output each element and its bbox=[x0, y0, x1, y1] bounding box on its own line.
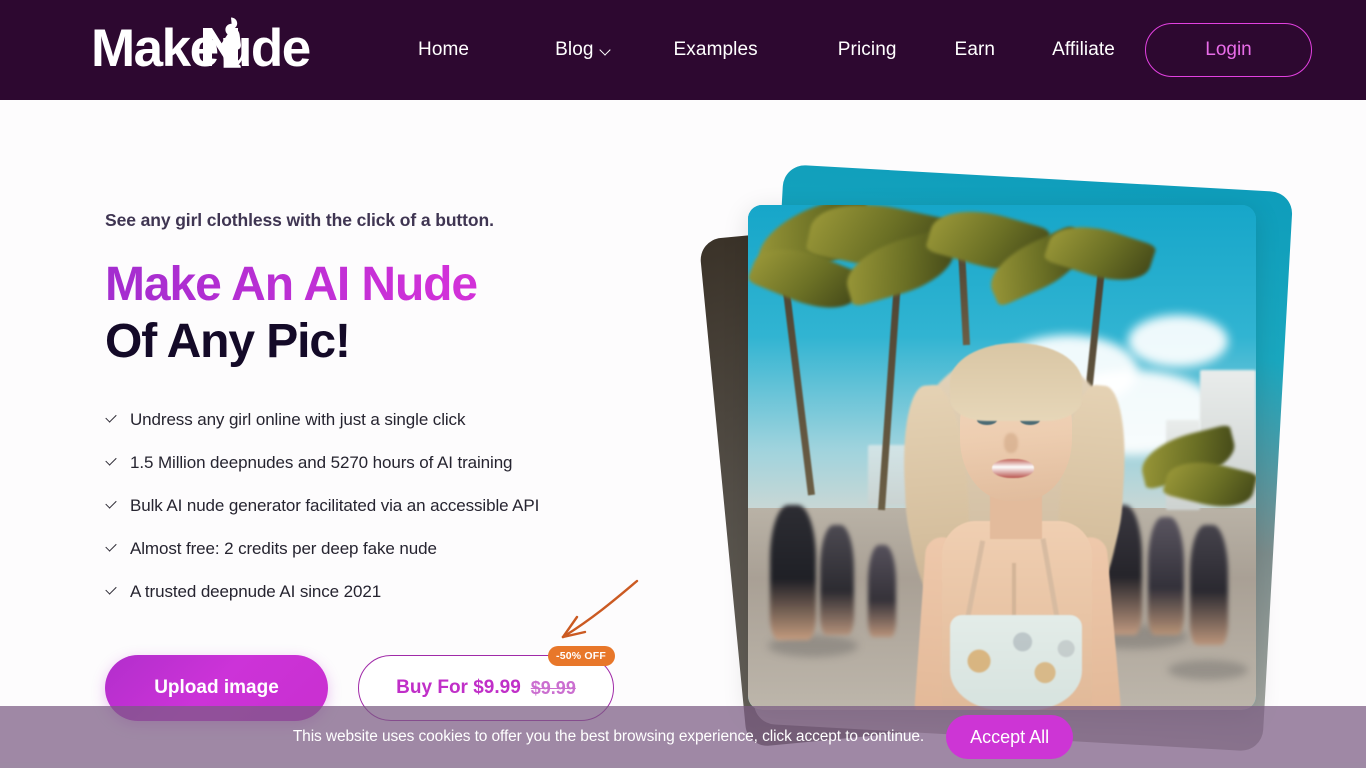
photo-background-person bbox=[1148, 517, 1184, 635]
nav-label-pricing: Pricing bbox=[837, 39, 897, 60]
feature-item: Bulk AI nude generator facilitated via a… bbox=[105, 496, 725, 516]
feature-label: 1.5 Million deepnudes and 5270 hours of … bbox=[130, 453, 513, 473]
feature-label: Bulk AI nude generator facilitated via a… bbox=[130, 496, 540, 516]
feature-item: Almost free: 2 credits per deep fake nud… bbox=[105, 539, 725, 559]
subject-mouth bbox=[992, 459, 1034, 478]
nav-item-pricing[interactable]: Pricing bbox=[838, 39, 897, 61]
nav-label-earn: Earn bbox=[954, 39, 996, 60]
subject-hair-front bbox=[950, 343, 1082, 421]
discount-badge: -50% OFF bbox=[548, 646, 616, 666]
feature-item: Undress any girl online with just a sing… bbox=[105, 410, 725, 430]
subject-garment bbox=[950, 615, 1082, 710]
hero-eyebrow: See any girl clothless with the click of… bbox=[105, 210, 494, 230]
check-icon bbox=[105, 497, 119, 514]
nav-item-examples[interactable]: Examples bbox=[674, 39, 758, 61]
login-label: Login bbox=[1205, 39, 1252, 60]
photo-shadow bbox=[1168, 660, 1248, 680]
hero-feature-list: Undress any girl online with just a sing… bbox=[105, 410, 725, 602]
nav-item-blog[interactable]: Blog bbox=[555, 39, 611, 61]
feature-label: A trusted deepnude AI since 2021 bbox=[130, 582, 382, 602]
upload-image-label: Upload image bbox=[154, 677, 279, 698]
nav-item-affiliate[interactable]: Affiliate bbox=[1052, 39, 1115, 61]
accept-all-label: Accept All bbox=[970, 726, 1050, 747]
buy-old-price: $9.99 bbox=[530, 677, 576, 698]
photo-background-person bbox=[770, 505, 816, 640]
nav-label-blog: Blog bbox=[555, 39, 594, 60]
hero-headline: Make An AI Nude Of Any Pic! bbox=[105, 257, 725, 370]
photo-background-person bbox=[868, 545, 896, 637]
photo-background-person bbox=[1190, 525, 1228, 645]
buy-price-label: Buy For $9.99 bbox=[396, 677, 521, 698]
logo-wordmark-svg: Make ude bbox=[91, 17, 311, 78]
nav-item-earn[interactable]: Earn bbox=[955, 39, 996, 61]
hero-headline-line2: Of Any Pic! bbox=[105, 314, 351, 368]
feature-label: Undress any girl online with just a sing… bbox=[130, 410, 466, 430]
feature-label: Almost free: 2 credits per deep fake nud… bbox=[130, 539, 437, 559]
feature-item: 1.5 Million deepnudes and 5270 hours of … bbox=[105, 453, 725, 473]
login-button[interactable]: Login bbox=[1145, 23, 1312, 77]
site-header: Make ude Home Blog Examples Pricing Earn… bbox=[0, 0, 1366, 100]
nav-label-home: Home bbox=[418, 39, 470, 60]
svg-text:Make: Make bbox=[91, 19, 218, 78]
photo-background-person bbox=[820, 525, 854, 635]
cookie-consent-banner: This website uses cookies to offer you t… bbox=[0, 706, 1366, 768]
photo-cloud bbox=[1128, 315, 1228, 367]
photo-subject bbox=[898, 325, 1132, 710]
feature-item: A trusted deepnude AI since 2021 bbox=[105, 582, 725, 602]
accept-all-cookies-button[interactable]: Accept All bbox=[946, 715, 1074, 759]
hero-photo bbox=[748, 205, 1256, 710]
hero-image-stack bbox=[698, 140, 1320, 752]
check-icon bbox=[105, 583, 119, 600]
nav-item-home[interactable]: Home bbox=[418, 39, 469, 61]
cookie-consent-text: This website uses cookies to offer you t… bbox=[292, 728, 925, 745]
nav-label-examples: Examples bbox=[673, 39, 758, 60]
check-icon bbox=[105, 454, 119, 471]
hero-headline-line1: Make An AI Nude bbox=[105, 257, 725, 314]
site-logo[interactable]: Make ude bbox=[91, 14, 377, 84]
hero-photo-card[interactable] bbox=[748, 205, 1256, 710]
chevron-down-icon bbox=[601, 46, 612, 57]
hero-text-column: See any girl clothless with the click of… bbox=[105, 210, 725, 625]
main-navigation: Home Blog Examples Pricing Earn Affiliat… bbox=[418, 0, 1161, 100]
check-icon bbox=[105, 540, 119, 557]
subject-nose bbox=[1004, 433, 1018, 453]
nav-label-affiliate: Affiliate bbox=[1052, 39, 1115, 60]
check-icon bbox=[105, 411, 119, 428]
